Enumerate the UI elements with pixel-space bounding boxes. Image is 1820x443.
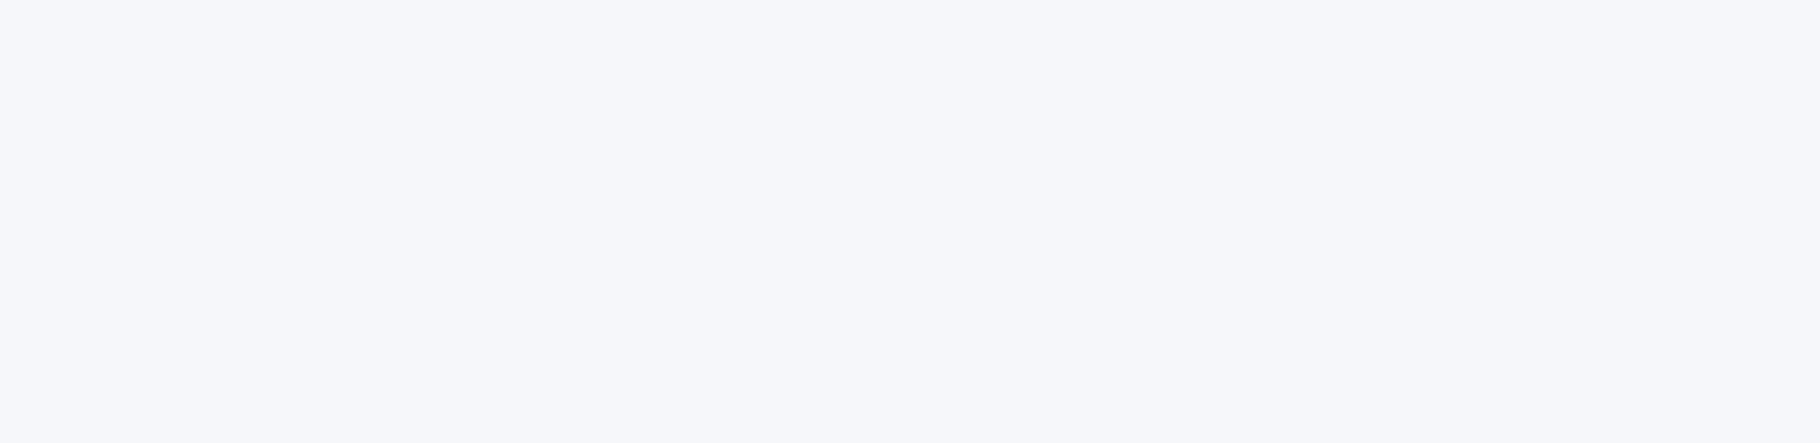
blank-page-canvas [0,0,1820,443]
